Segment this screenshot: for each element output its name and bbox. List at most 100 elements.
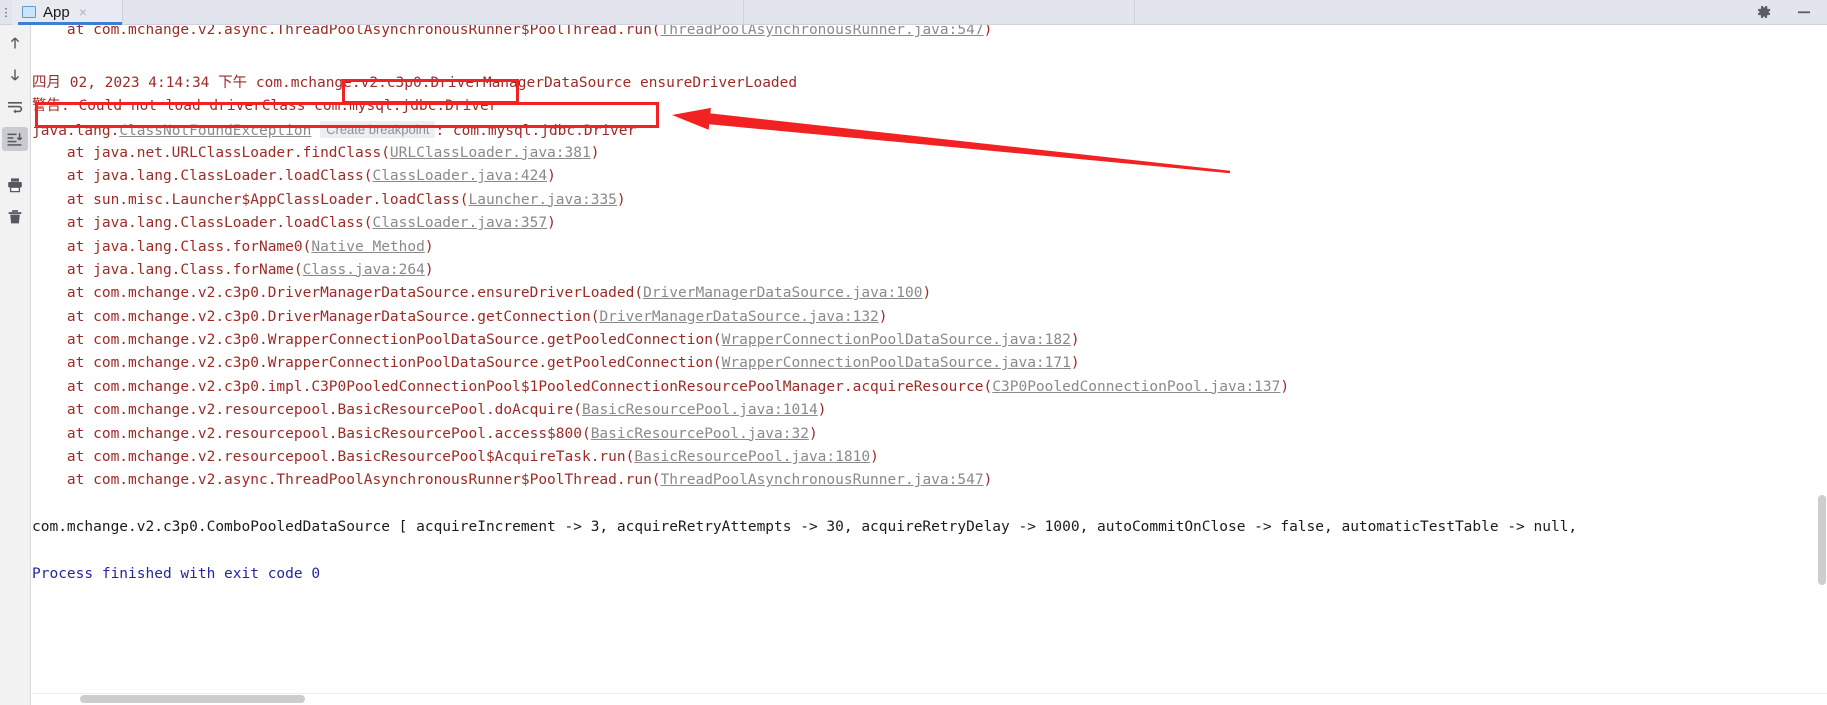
console-text-run: Process finished with exit code 0 (32, 565, 321, 582)
console-text-run: ) (590, 144, 600, 161)
line-st-4: at java.lang.ClassLoader.loadClass(Class… (32, 212, 1577, 235)
source-link[interactable]: WrapperConnectionPoolDataSource.java:182 (722, 332, 1071, 348)
console-text-run: 四月 02, 2023 4:14:34 下午 com.mchange.v2.c3… (32, 74, 798, 91)
source-link[interactable]: Native Method (311, 239, 425, 255)
line-st-12: at com.mchange.v2.resourcepool.BasicReso… (32, 399, 1577, 422)
console-text-run: ) (983, 472, 993, 489)
line-st-14: at com.mchange.v2.resourcepool.BasicReso… (32, 446, 1577, 469)
blank-1 (32, 48, 1577, 71)
source-link[interactable]: ClassLoader.java:424 (372, 168, 547, 184)
scroll-up-button[interactable] (2, 31, 28, 55)
console-text-run: ) (922, 285, 932, 302)
clear-all-button[interactable] (2, 205, 28, 229)
console-text-run: at com.mchange.v2.c3p0.impl.C3P0PooledCo… (32, 378, 993, 395)
line-st-10: at com.mchange.v2.c3p0.WrapperConnection… (32, 352, 1577, 375)
console-text-run: com.mchange.v2.c3p0.ComboPooledDataSourc… (32, 519, 1578, 536)
line-st-5: at java.lang.Class.forName0(Native Metho… (32, 236, 1577, 259)
toolbar-spacer-3 (1135, 0, 1755, 25)
console-text-run: at com.mchange.v2.resourcepool.BasicReso… (32, 425, 591, 442)
top-toolbar: ⋮ App × (0, 0, 1827, 25)
toolbar-spacer-1 (123, 0, 743, 25)
console-text-run: ) (424, 238, 434, 255)
toolbar-right-group (1755, 3, 1827, 21)
console-text-run: : com.mysql.jdbc.Driver (435, 122, 637, 139)
console-text-run: ) (808, 425, 818, 442)
line-st-7: at com.mchange.v2.c3p0.DriverManagerData… (32, 282, 1577, 305)
source-link[interactable]: URLClassLoader.java:381 (390, 145, 591, 161)
console-side-toolbar (0, 25, 31, 705)
scroll-down-button[interactable] (2, 63, 28, 87)
tab-app[interactable]: App × (12, 0, 122, 25)
console-text-run: ) (616, 191, 626, 208)
console-text-run: ) (1070, 355, 1080, 372)
console-text-run: at sun.misc.Launcher$AppClassLoader.load… (32, 191, 469, 208)
gear-icon[interactable] (1755, 3, 1773, 21)
line-process-finished: Process finished with exit code 0 (32, 563, 1577, 586)
console-text-run: at com.mchange.v2.c3p0.WrapperConnection… (32, 355, 722, 372)
line-warning: 警告: Could not load driverClass com.mysql… (32, 95, 1577, 118)
console-text-run: ) (424, 261, 434, 278)
source-link[interactable]: BasicResourcePool.java:1014 (582, 402, 818, 418)
line-datasource-config: com.mchange.v2.c3p0.ComboPooledDataSourc… (32, 516, 1577, 539)
source-link[interactable]: BasicResourcePool.java:1810 (634, 449, 870, 465)
console-text-run: at com.mchange.v2.c3p0.DriverManagerData… (32, 285, 644, 302)
toolbar-spacer-2 (744, 0, 1134, 25)
line-st-11: at com.mchange.v2.c3p0.impl.C3P0PooledCo… (32, 376, 1577, 399)
source-link[interactable]: ClassNotFoundException (119, 123, 311, 139)
scroll-to-end-button[interactable] (2, 127, 28, 151)
more-options-handle[interactable]: ⋮ (0, 0, 12, 25)
source-link[interactable]: Launcher.java:335 (469, 192, 617, 208)
source-link[interactable]: Class.java:264 (303, 262, 425, 278)
console-text-run: at java.net.URLClassLoader.findClass( (32, 144, 390, 161)
console-text-run: at com.mchange.v2.c3p0.WrapperConnection… (32, 332, 722, 349)
horizontal-scrollbar-track[interactable] (32, 693, 1827, 705)
create-breakpoint-hint[interactable]: Create breakpoint (320, 120, 436, 138)
print-button[interactable] (2, 173, 28, 197)
minimize-icon[interactable] (1795, 3, 1813, 21)
console-text-run: ) (1280, 378, 1290, 395)
line-st-6: at java.lang.Class.forName(Class.java:26… (32, 259, 1577, 282)
line-st-13: at com.mchange.v2.resourcepool.BasicReso… (32, 423, 1577, 446)
soft-wrap-icon[interactable] (2, 95, 28, 119)
console-text-run: at com.mchange.v2.resourcepool.BasicReso… (32, 402, 582, 419)
source-link[interactable]: ThreadPoolAsynchronousRunner.java:547 (661, 25, 984, 38)
console-text-run: ) (547, 168, 556, 185)
console-output-panel[interactable]: at com.mchange.v2.async.ThreadPoolAsynch… (32, 25, 1827, 705)
console-text-run: at com.mchange.v2.resourcepool.BasicReso… (32, 449, 635, 466)
line-log-header: 四月 02, 2023 4:14:34 下午 com.mchange.v2.c3… (32, 72, 1577, 95)
console-text-run: java.lang. (32, 122, 120, 139)
console-text-run: ) (1070, 332, 1080, 349)
console-text-run: at java.lang.ClassLoader.loadClass( (32, 168, 373, 185)
source-link[interactable]: ThreadPoolAsynchronousRunner.java:547 (661, 472, 984, 488)
source-link[interactable]: C3P0PooledConnectionPool.java:137 (992, 379, 1280, 395)
console-text-run: at com.mchange.v2.c3p0.DriverManagerData… (32, 308, 600, 325)
console-text-run: at com.mchange.v2.async.ThreadPoolAsynch… (32, 472, 661, 489)
line-st-3: at sun.misc.Launcher$AppClassLoader.load… (32, 189, 1577, 212)
console-text-run: at com.mchange.v2.async.ThreadPoolAsynch… (32, 25, 661, 38)
line-st-8: at com.mchange.v2.c3p0.DriverManagerData… (32, 306, 1577, 329)
line-st-1: at java.net.URLClassLoader.findClass(URL… (32, 142, 1577, 165)
source-link[interactable]: BasicResourcePool.java:32 (591, 426, 809, 442)
console-text-run: at java.lang.Class.forName( (32, 261, 303, 278)
run-configuration-icon (22, 6, 36, 18)
console-text: at com.mchange.v2.async.ThreadPoolAsynch… (32, 25, 1577, 586)
console-text-run: ) (870, 449, 879, 466)
vertical-scrollbar-thumb[interactable] (1818, 495, 1826, 585)
source-link[interactable]: DriverManagerDataSource.java:132 (599, 309, 878, 325)
line-st-9: at com.mchange.v2.c3p0.WrapperConnection… (32, 329, 1577, 352)
console-text-run: ) (547, 215, 556, 232)
close-icon[interactable]: × (79, 4, 87, 20)
source-link[interactable]: ClassLoader.java:357 (372, 215, 547, 231)
console-text-run: at java.lang.Class.forName0( (32, 238, 312, 255)
console-text-run (311, 123, 320, 139)
console-text-run: ) (983, 25, 993, 38)
line-clipped-top: at com.mchange.v2.async.ThreadPoolAsynch… (32, 25, 1577, 42)
console-text-run: ) (878, 308, 888, 325)
blank-3 (32, 540, 1577, 563)
line-exception: java.lang.ClassNotFoundException Create … (32, 119, 1577, 142)
line-st-2: at java.lang.ClassLoader.loadClass(Class… (32, 165, 1577, 188)
console-text-run: ) (817, 402, 827, 419)
source-link[interactable]: WrapperConnectionPoolDataSource.java:171 (722, 355, 1071, 371)
horizontal-scrollbar-thumb[interactable] (80, 695, 305, 703)
source-link[interactable]: DriverManagerDataSource.java:100 (643, 285, 922, 301)
